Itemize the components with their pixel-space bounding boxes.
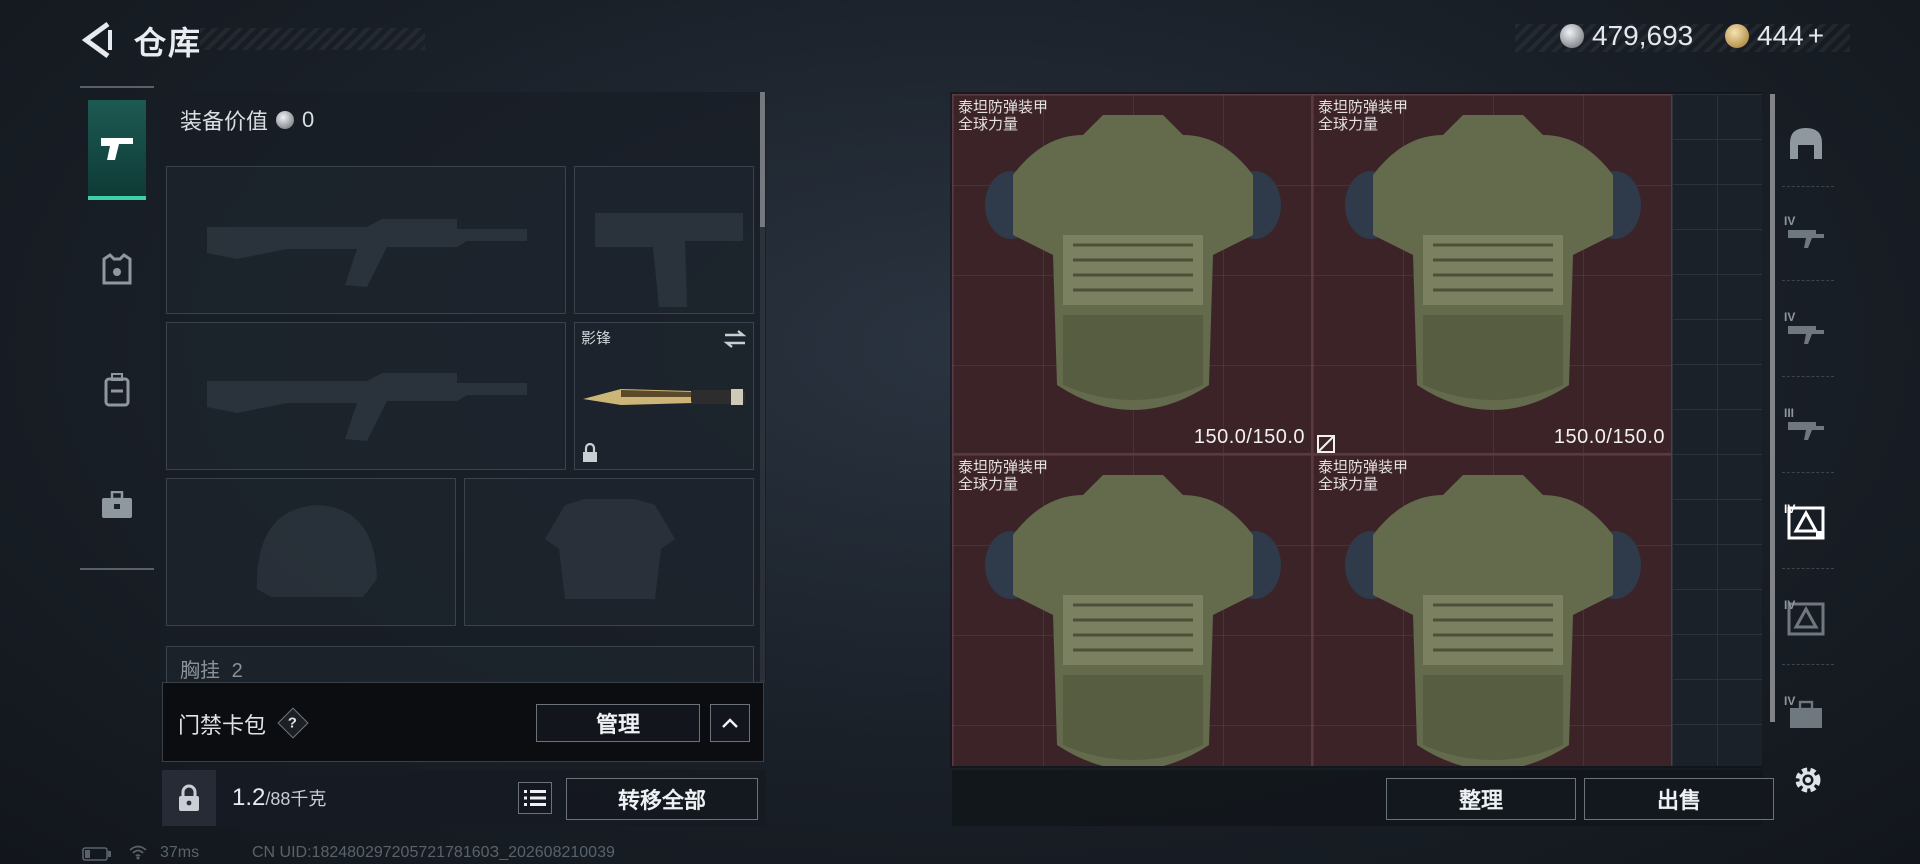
silver-coin-icon <box>276 111 295 129</box>
swap-icon[interactable] <box>723 329 747 349</box>
pistol-icon <box>101 138 133 160</box>
settings-button[interactable] <box>1788 760 1828 800</box>
item-durability: 150.0/150.0 <box>1553 426 1665 448</box>
pistol-silhouette-icon <box>595 213 743 307</box>
filter-armor-2[interactable]: IV <box>1778 586 1834 652</box>
armor-silhouette-icon <box>545 499 675 599</box>
back-arrow-icon <box>81 21 112 59</box>
melee-slot[interactable]: 影锋 <box>574 322 754 470</box>
tier-label: IV <box>1784 310 1796 324</box>
collapse-button[interactable] <box>710 704 750 742</box>
nav-item-armor[interactable] <box>88 220 146 320</box>
silver-coin-icon <box>1560 24 1584 48</box>
stash-item[interactable]: 泰坦防弹装甲 全球力量 <box>952 454 1312 766</box>
stash-item[interactable]: 泰坦防弹装甲 全球力量 150.0/150.0 <box>952 94 1312 454</box>
filter-divider <box>1782 472 1834 473</box>
page-title: 仓库 <box>134 25 203 61</box>
body-armor-icon <box>1345 475 1641 766</box>
chest-rig-slot[interactable] <box>166 646 754 686</box>
filter-rifle-1[interactable]: IV <box>1778 202 1834 268</box>
nav-item-backpack[interactable] <box>88 340 146 440</box>
back-button[interactable] <box>78 20 120 60</box>
stash-item[interactable]: 泰坦防弹装甲 全球力量 150.0/150.0 <box>1312 94 1672 454</box>
helmet-silhouette-icon <box>256 505 377 597</box>
gold-amount: 444 <box>1757 20 1804 51</box>
battery-icon <box>82 847 111 861</box>
chevron-up-icon <box>722 718 738 728</box>
keycard-label: 门禁卡包 <box>178 713 267 738</box>
sell-button[interactable]: 出售 <box>1584 778 1774 820</box>
backpack-icon <box>104 373 130 407</box>
ping-readout: 37ms <box>160 844 200 861</box>
vest-icon <box>102 253 132 285</box>
gold-currency[interactable]: 444 + <box>1725 20 1824 52</box>
gear-icon <box>1795 767 1821 793</box>
tier-label: III <box>1784 406 1795 420</box>
tier-label: IV <box>1784 214 1796 228</box>
lock-button[interactable] <box>162 770 216 826</box>
silver-amount: 479,693 <box>1592 20 1694 51</box>
primary-weapon-slot[interactable] <box>166 166 566 314</box>
tier-label: IV <box>1784 502 1796 516</box>
helmet-slot[interactable] <box>166 478 456 626</box>
filter-rifle-3[interactable]: III <box>1778 394 1834 460</box>
list-icon <box>524 790 546 806</box>
silver-currency: 479,693 <box>1560 20 1693 52</box>
rifle-silhouette-icon <box>207 373 527 441</box>
filter-divider <box>1782 376 1834 377</box>
list-view-button[interactable] <box>518 782 552 814</box>
wifi-icon <box>129 845 147 860</box>
nav-item-weapons[interactable] <box>88 100 146 200</box>
body-armor-icon <box>1345 115 1641 410</box>
loadout-scroll-thumb[interactable] <box>760 92 765 227</box>
equip-value-amount: 0 <box>302 107 315 132</box>
helmet-filter-icon <box>1790 128 1822 159</box>
manage-button[interactable]: 管理 <box>536 704 700 742</box>
armor-slot[interactable] <box>464 478 754 626</box>
equip-value-label: 装备价值 <box>180 109 269 134</box>
nav-item-case[interactable] <box>88 455 146 555</box>
body-armor-icon <box>985 475 1281 766</box>
filter-rifle-2[interactable]: IV <box>1778 298 1834 364</box>
melee-name: 影锋 <box>581 330 612 347</box>
weight-readout: 1.2/88千克 <box>232 784 326 812</box>
weight-capacity: /88千克 <box>265 789 327 809</box>
pistol-slot[interactable] <box>574 166 754 314</box>
transfer-all-button[interactable]: 转移全部 <box>566 778 758 820</box>
tier-label: IV <box>1784 598 1796 612</box>
gold-coin-icon <box>1725 24 1749 48</box>
lock-icon <box>583 443 597 462</box>
filter-helmet[interactable] <box>1778 110 1834 176</box>
padlock-icon <box>179 784 199 811</box>
equip-value: 装备价值 0 <box>180 104 314 136</box>
stash-grid: 泰坦防弹装甲 全球力量 150.0/150.0 泰坦防弹装甲 全球力量 150.0/… <box>952 94 1762 766</box>
body-armor-icon <box>985 115 1281 410</box>
stash-item[interactable]: 泰坦防弹装甲 全球力量 <box>1312 454 1672 766</box>
chest-rig-label: 胸挂 2 <box>180 654 243 683</box>
rifle-silhouette-icon <box>207 219 527 287</box>
item-durability: 150.0/150.0 <box>1193 426 1305 448</box>
filter-case[interactable]: IV <box>1778 682 1834 748</box>
no-insure-icon <box>1317 435 1335 453</box>
filter-divider <box>1782 280 1834 281</box>
filter-divider <box>1782 186 1834 187</box>
filter-divider <box>1782 664 1834 665</box>
help-text: ? <box>288 714 298 732</box>
title-stripe <box>200 28 425 50</box>
gold-add-button[interactable]: + <box>1808 20 1824 52</box>
secondary-weapon-slot[interactable] <box>166 322 566 470</box>
tier-label: IV <box>1784 694 1796 708</box>
chest-rig-text: 胸挂 <box>180 660 220 682</box>
organize-button[interactable]: 整理 <box>1386 778 1576 820</box>
knife-icon <box>583 389 745 405</box>
weight-value: 1.2 <box>232 784 266 811</box>
briefcase-icon <box>102 491 132 518</box>
chest-rig-count: 2 <box>231 660 243 682</box>
stash-scroll-thumb[interactable] <box>1770 94 1775 722</box>
filter-armor-active[interactable]: IV <box>1778 490 1834 556</box>
filter-divider <box>1782 568 1834 569</box>
uid-readout: CN UID:18248029720572178160З_20260821003… <box>252 844 615 861</box>
